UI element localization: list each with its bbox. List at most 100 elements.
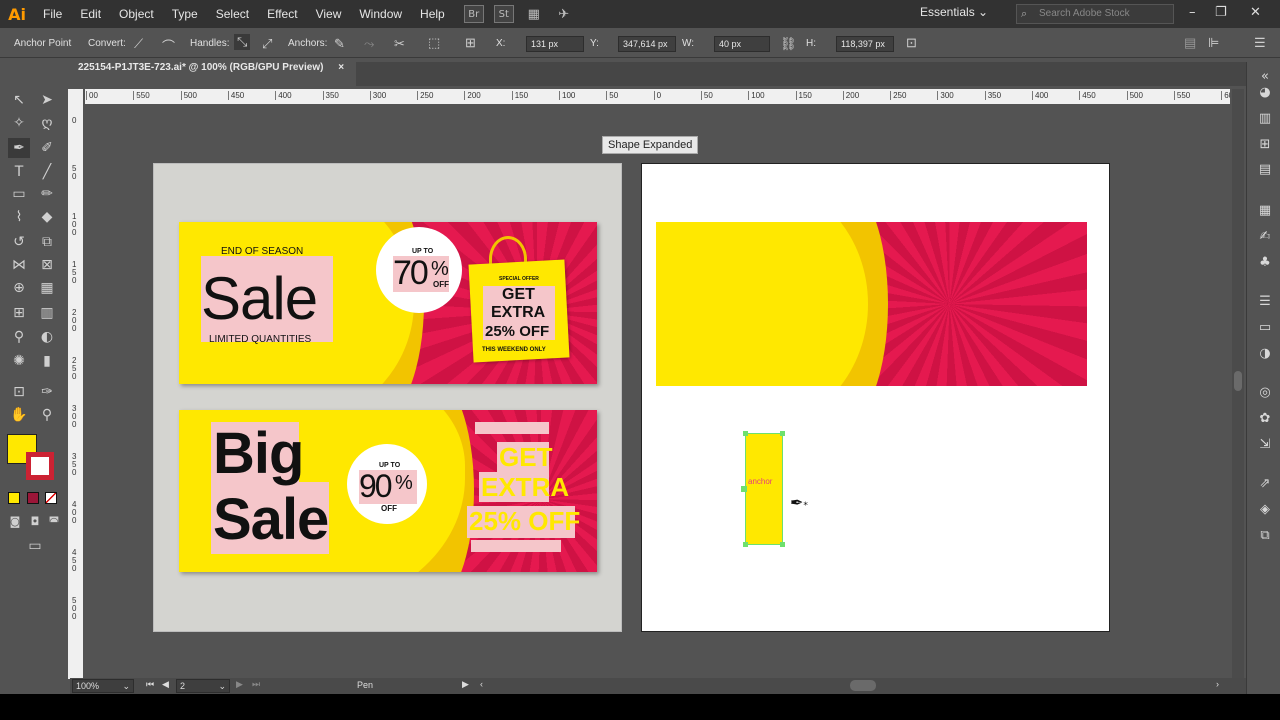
constrain-link-icon[interactable]: ⛓ <box>780 36 797 52</box>
bridge-button[interactable]: Br <box>463 5 484 23</box>
status-menu-icon[interactable]: ▶ <box>462 679 469 690</box>
anchor-handle[interactable] <box>780 542 785 547</box>
direct-selection-tool-icon[interactable]: ➤ <box>36 90 58 110</box>
draw-normal-icon[interactable]: ◙ <box>4 512 26 532</box>
minimize-icon[interactable]: – <box>1189 5 1196 20</box>
asset-export-icon[interactable]: ⇲ <box>1256 436 1274 454</box>
gradient-mode-icon[interactable] <box>27 492 39 504</box>
reference-point-icon[interactable]: ⊞ <box>465 35 476 51</box>
canvas[interactable]: Shape Expanded END OF SEASON Sale LIMITE… <box>85 105 1230 675</box>
menu-type[interactable]: Type <box>163 0 207 28</box>
remove-anchor-icon[interactable]: ✎ <box>334 36 345 52</box>
graph-tool-icon[interactable]: ▮ <box>36 351 58 371</box>
appearance-icon[interactable]: ◎ <box>1256 384 1274 402</box>
close-tab-icon[interactable]: × <box>338 62 344 73</box>
none-mode-icon[interactable] <box>45 492 57 504</box>
transform-icon[interactable]: ⊡ <box>906 35 917 51</box>
layers-icon[interactable]: ◈ <box>1256 501 1274 519</box>
menu-view[interactable]: View <box>307 0 351 28</box>
stroke-panel-icon[interactable]: ☰ <box>1256 293 1274 311</box>
zoom-tool-icon[interactable]: ⚲ <box>36 405 58 425</box>
vertical-scrollbar[interactable] <box>1232 89 1244 679</box>
align-left-icon[interactable]: ⊫ <box>1208 35 1219 51</box>
gradient-panel-icon[interactable]: ▭ <box>1256 319 1274 337</box>
symbols-icon[interactable]: ♣ <box>1256 254 1274 272</box>
prev-artboard-icon[interactable]: ◀ <box>162 679 169 690</box>
scroll-thumb[interactable] <box>1234 371 1242 391</box>
banner-big-sale-90[interactable]: Big Sale UP TO 90 % OFF GET EXTRA 25% OF… <box>179 410 597 572</box>
eraser-tool-icon[interactable]: ◆ <box>36 207 58 227</box>
show-handles-icon[interactable]: ⤡ <box>234 34 251 50</box>
brushes-icon[interactable]: ✍ <box>1256 228 1274 246</box>
anchor-handle[interactable] <box>743 542 748 547</box>
rectangle-tool-icon[interactable]: ▭ <box>8 184 30 204</box>
first-artboard-icon[interactable]: ⏮ <box>146 679 154 690</box>
free-transform-icon[interactable]: ⊠ <box>36 255 58 275</box>
hand-tool-icon[interactable]: ✋ <box>8 405 30 425</box>
w-field[interactable]: 40 px <box>714 36 770 52</box>
anchor-handle[interactable] <box>743 431 748 436</box>
x-field[interactable]: 131 px <box>526 36 584 52</box>
magic-wand-icon[interactable]: ✧ <box>8 113 30 133</box>
export-icon[interactable]: ⇗ <box>1256 475 1274 493</box>
align-icon[interactable]: ▤ <box>1184 35 1196 51</box>
width-tool-icon[interactable]: ⋈ <box>8 255 30 275</box>
color-mode-icon[interactable] <box>8 492 20 504</box>
type-tool-icon[interactable]: T <box>8 162 30 182</box>
draw-inside-icon[interactable]: ◚ <box>43 512 65 532</box>
swatches-icon[interactable]: ▦ <box>1256 202 1274 220</box>
perspective-grid-icon[interactable]: ▦ <box>36 278 58 298</box>
banner-in-progress[interactable] <box>656 222 1087 386</box>
screen-mode-icon[interactable]: ▭ <box>24 536 46 556</box>
color-panel-icon[interactable]: ◕ <box>1256 84 1274 102</box>
artboards-icon[interactable]: ⧉ <box>1256 527 1274 545</box>
horizontal-scroll-thumb[interactable] <box>850 680 876 691</box>
gradient-tool-icon[interactable]: ▥ <box>36 303 58 323</box>
anchor-handle[interactable] <box>741 486 747 492</box>
symbol-sprayer-icon[interactable]: ✺ <box>8 351 30 371</box>
menu-effect[interactable]: Effect <box>258 0 306 28</box>
scale-tool-icon[interactable]: ⧉ <box>36 232 58 252</box>
graphic-styles-icon[interactable]: ✿ <box>1256 410 1274 428</box>
close-icon[interactable]: ✕ <box>1250 5 1261 20</box>
cut-path-icon[interactable]: ✂ <box>394 36 405 52</box>
rotate-tool-icon[interactable]: ↺ <box>8 232 30 252</box>
shape-builder-icon[interactable]: ⊕ <box>8 278 30 298</box>
panel-menu-icon[interactable]: ☰ <box>1254 35 1266 51</box>
eyedropper-tool-icon[interactable]: ⚲ <box>8 327 30 347</box>
hide-handles-icon[interactable]: ⤢ <box>262 36 272 52</box>
properties-icon[interactable]: ▤ <box>1256 161 1274 179</box>
artboard-number-field[interactable]: 2 ⌄ <box>176 679 230 693</box>
menu-window[interactable]: Window <box>350 0 411 28</box>
selected-rectangle[interactable] <box>745 433 783 545</box>
y-field[interactable]: 347,614 px <box>618 36 676 52</box>
menu-edit[interactable]: Edit <box>71 0 110 28</box>
menu-select[interactable]: Select <box>207 0 258 28</box>
menu-help[interactable]: Help <box>411 0 454 28</box>
grid-panel-icon[interactable]: ⊞ <box>1256 136 1274 154</box>
artboard-tool-icon[interactable]: ⊡ <box>8 382 30 402</box>
artboard-2[interactable] <box>641 163 1110 632</box>
convert-smooth-icon[interactable]: ⌒ <box>162 36 175 55</box>
restore-icon[interactable]: ❐ <box>1215 5 1227 20</box>
workspace-switcher[interactable]: Essentials ⌄ <box>920 5 988 19</box>
selection-tool-icon[interactable]: ↖ <box>8 90 30 110</box>
line-tool-icon[interactable]: ╱ <box>36 162 58 182</box>
pen-tool-icon[interactable]: ✒ <box>8 138 30 158</box>
paintbrush-tool-icon[interactable]: ✏ <box>36 184 58 204</box>
scroll-right-icon[interactable]: › <box>1216 679 1219 689</box>
menu-object[interactable]: Object <box>110 0 163 28</box>
last-artboard-icon[interactable]: ⏭ <box>252 679 260 690</box>
scroll-left-icon[interactable]: ‹ <box>480 679 483 689</box>
zoom-field[interactable]: 100% ⌄ <box>72 679 134 693</box>
artboard-1[interactable]: END OF SEASON Sale LIMITED QUANTITIES UP… <box>153 163 622 632</box>
isolate-icon[interactable]: ⬚ <box>428 35 440 51</box>
stock-search-input[interactable]: Search Adobe Stock <box>1016 4 1174 24</box>
convert-corner-icon[interactable]: ⟋ <box>134 36 143 52</box>
blend-tool-icon[interactable]: ◐ <box>36 327 58 347</box>
banner-sale-70[interactable]: END OF SEASON Sale LIMITED QUANTITIES UP… <box>179 222 597 384</box>
slice-tool-icon[interactable]: ✑ <box>36 382 58 402</box>
stock-button[interactable]: St <box>493 5 514 23</box>
connect-anchor-icon[interactable]: ⤳ <box>364 36 374 52</box>
transparency-icon[interactable]: ◑ <box>1256 345 1274 363</box>
